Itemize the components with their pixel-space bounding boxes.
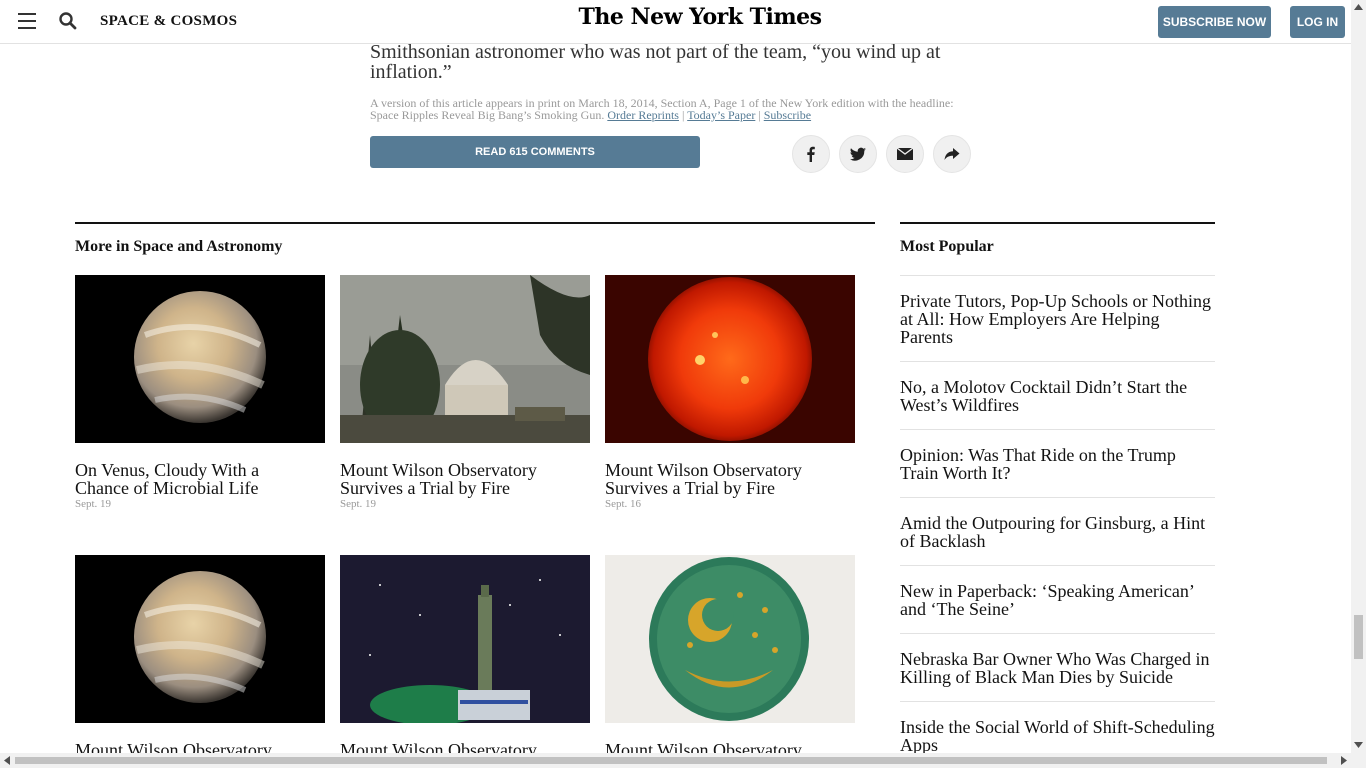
popular-item-line: No, a Molotov Cocktail Didn’t Start the [900, 377, 1188, 397]
section-name-link[interactable]: SPACE & COSMOS [100, 13, 237, 30]
popular-item-line: Killing of Black Man Dies by Suicide [900, 667, 1173, 687]
venus-image [75, 275, 325, 443]
print-headline: Space Ripples Reveal Big Bang’s Smoking … [370, 108, 605, 122]
card-title[interactable]: Mount Wilson Observatory Survives a Tria… [340, 461, 590, 497]
card-title-line: Chance of Microbial Life [75, 478, 259, 498]
horizontal-scrollbar-thumb[interactable] [15, 757, 1327, 764]
article-body-text: Smithsonian astronomer who was not part … [370, 42, 970, 82]
rocket-launch-image [340, 555, 590, 723]
popular-item-line: Private Tutors, Pop-Up Schools or Nothin… [900, 291, 1212, 311]
sun-image [605, 275, 855, 443]
search-icon[interactable] [58, 11, 78, 31]
card-date: Sept. 16 [605, 498, 642, 510]
most-popular-heading: Most Popular [900, 238, 994, 255]
log-in-button[interactable]: LOG IN [1290, 6, 1345, 38]
twitter-icon[interactable] [839, 135, 877, 173]
nyt-logo[interactable]: The New York Times [540, 4, 860, 30]
popular-item-line: Nebraska Bar Owner Who Was Charged in [900, 649, 1210, 669]
share-icon[interactable] [933, 135, 971, 173]
popular-item-line: Opinion: Was That Ride on the Trump [900, 445, 1176, 465]
popular-item-line: West’s Wildfires [900, 395, 1019, 415]
card-title-line: On Venus, Cloudy With a [75, 460, 260, 480]
most-popular-item[interactable]: No, a Molotov Cocktail Didn’t Start the … [900, 361, 1215, 429]
popular-item-line: New in Paperback: ‘Speaking American’ [900, 581, 1195, 601]
most-popular-item[interactable]: Opinion: Was That Ride on the Trump Trai… [900, 429, 1215, 497]
section-divider [75, 222, 875, 224]
popular-item-line: Parents [900, 327, 953, 347]
related-article-card[interactable]: Mount Wilson Observatory [75, 555, 325, 759]
card-title[interactable]: On Venus, Cloudy With a Chance of Microb… [75, 461, 325, 497]
popular-item-line: and ‘The Seine’ [900, 599, 1015, 619]
observatory-image [340, 275, 590, 443]
popular-item-line: Amid the Outpouring for Ginsburg, a Hint [900, 513, 1206, 533]
article-body-line: inflation.” [370, 61, 452, 83]
link-separator: | [758, 108, 761, 122]
related-article-card[interactable]: Mount Wilson Observatory [340, 555, 590, 759]
vertical-scrollbar-thumb[interactable] [1354, 615, 1363, 659]
popular-item-line: Inside the Social World of Shift-Schedul… [900, 717, 1215, 737]
most-popular-list: Private Tutors, Pop-Up Schools or Nothin… [900, 275, 1215, 768]
print-version-note: A version of this article appears in pri… [370, 97, 970, 121]
venus-image [75, 555, 325, 723]
scroll-right-arrow-icon[interactable] [1341, 756, 1347, 765]
card-title-line: Survives a Trial by Fire [605, 478, 776, 498]
related-article-card[interactable]: Mount Wilson Observatory [605, 555, 855, 759]
article-body-line: Smithsonian astronomer who was not part … [370, 41, 941, 63]
popular-item-line: of Backlash [900, 531, 986, 551]
related-article-card[interactable]: Mount Wilson Observatory Survives a Tria… [340, 275, 590, 510]
subscribe-now-button[interactable]: SUBSCRIBE NOW [1158, 6, 1271, 38]
facebook-icon[interactable] [792, 135, 830, 173]
card-title-line: Mount Wilson Observatory [340, 460, 537, 480]
popular-item-line: at All: How Employers Are Helping [900, 309, 1160, 329]
hamburger-icon[interactable] [18, 13, 36, 29]
scroll-up-arrow-icon[interactable] [1354, 4, 1363, 10]
link-separator: | [681, 108, 685, 122]
top-navigation-bar: SPACE & COSMOS The New York Times SUBSCR… [0, 0, 1351, 44]
popular-item-line: Train Worth It? [900, 463, 1011, 483]
card-date: Sept. 19 [75, 498, 112, 510]
email-icon[interactable] [886, 135, 924, 173]
card-title[interactable]: Mount Wilson Observatory Survives a Tria… [605, 461, 855, 497]
most-popular-item[interactable]: Amid the Outpouring for Ginsburg, a Hint… [900, 497, 1215, 565]
scroll-down-arrow-icon[interactable] [1354, 742, 1363, 748]
most-popular-item[interactable]: Nebraska Bar Owner Who Was Charged in Ki… [900, 633, 1215, 701]
sky-disc-image [605, 555, 855, 723]
card-title-line: Survives a Trial by Fire [340, 478, 511, 498]
more-in-heading[interactable]: More in Space and Astronomy [75, 238, 282, 256]
order-reprints-link[interactable]: Order Reprints [607, 108, 679, 122]
section-divider [900, 222, 1215, 224]
todays-paper-link[interactable]: Today’s Paper [687, 108, 755, 122]
most-popular-item[interactable]: New in Paperback: ‘Speaking American’ an… [900, 565, 1215, 633]
card-title-line: Mount Wilson Observatory [605, 460, 802, 480]
subscribe-link[interactable]: Subscribe [764, 108, 811, 122]
related-article-card[interactable]: On Venus, Cloudy With a Chance of Microb… [75, 275, 325, 510]
related-article-card[interactable]: Mount Wilson Observatory Survives a Tria… [605, 275, 855, 510]
most-popular-item[interactable]: Private Tutors, Pop-Up Schools or Nothin… [900, 275, 1215, 361]
read-comments-button[interactable]: READ 615 COMMENTS [370, 136, 700, 168]
scroll-left-arrow-icon[interactable] [4, 756, 10, 765]
popular-item-line: Apps [900, 735, 939, 755]
card-date: Sept. 19 [340, 498, 377, 510]
